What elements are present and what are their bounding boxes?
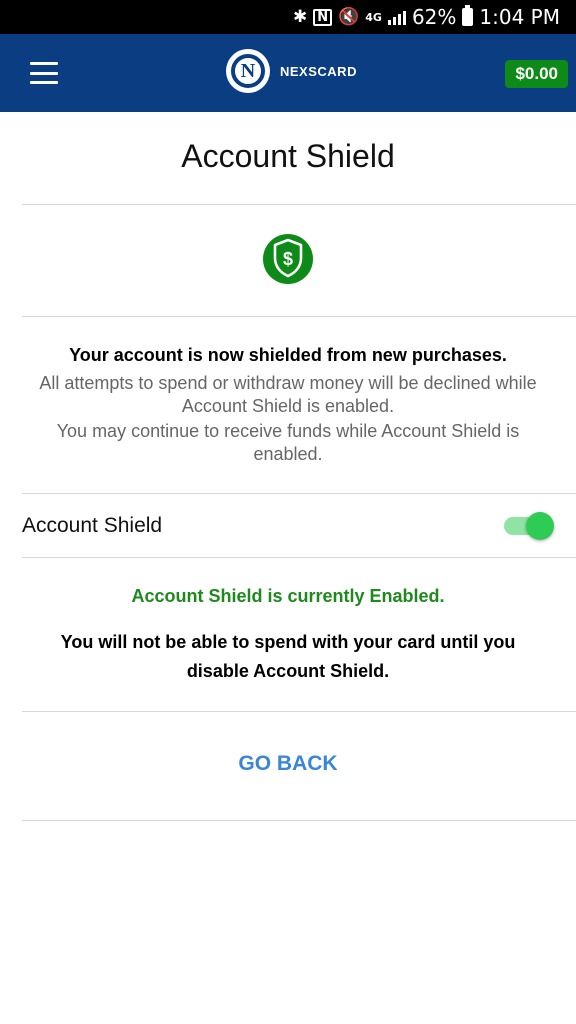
shield-headline: Your account is now shielded from new pu… — [69, 345, 507, 365]
divider — [22, 711, 576, 712]
toggle-label: Account Shield — [22, 514, 163, 537]
divider — [22, 316, 576, 317]
account-shield-toggle-row: Account Shield — [22, 494, 576, 558]
app-bar: N NEXSCARD $0.00 — [0, 34, 576, 112]
shield-status-text: Account Shield is currently Enabled. — [131, 586, 445, 606]
brand-name: NEXSCARD — [280, 63, 357, 79]
spend-warning-text: You will not be able to spend with your … — [60, 632, 516, 681]
status-bar: ✱ N 🔇 4G 62% 1:04 PM — [0, 0, 576, 34]
logo-letter: N — [231, 54, 265, 88]
nfc-icon: N — [313, 8, 333, 26]
nexscard-logo: N NEXSCARD — [226, 49, 357, 93]
go-back-button[interactable]: GO BACK — [188, 752, 388, 776]
balance-badge[interactable]: $0.00 — [505, 60, 568, 88]
shield-dollar-symbol: $ — [283, 249, 293, 269]
shield-info-spend: All attempts to spend or withdraw money … — [39, 373, 537, 416]
bluetooth-icon: ✱ — [292, 6, 308, 27]
menu-icon[interactable] — [30, 62, 58, 84]
divider — [22, 204, 576, 205]
mute-icon: 🔇 — [338, 6, 360, 27]
shield-dollar-icon: $ — [262, 230, 314, 288]
battery-percent: 62% — [411, 5, 457, 29]
divider — [22, 820, 576, 821]
signal-icon — [387, 9, 406, 25]
toggle-thumb — [526, 512, 554, 540]
divider — [22, 557, 576, 558]
logo-mark-icon: N — [226, 49, 270, 93]
clock: 1:04 PM — [479, 5, 560, 29]
shield-info-receive: You may continue to receive funds while … — [56, 421, 520, 464]
network-type-label: 4G — [365, 10, 382, 24]
account-shield-toggle[interactable] — [504, 512, 554, 540]
battery-icon — [462, 5, 474, 26]
page-title: Account Shield — [181, 138, 395, 174]
